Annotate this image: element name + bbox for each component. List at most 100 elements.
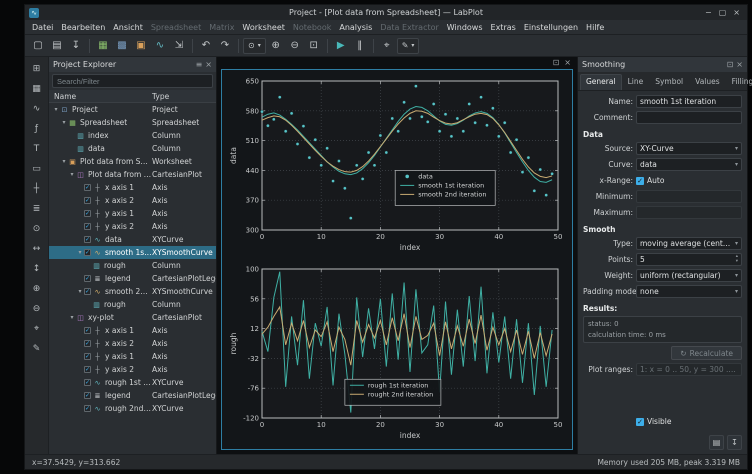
zoom-select-icon[interactable]: ⊙ bbox=[29, 221, 45, 237]
tree-row-xy-plot-cartesianplot[interactable]: ▾◫xy-plotCartesianPlot bbox=[49, 311, 216, 324]
visibility-checkbox[interactable]: ✓ bbox=[84, 249, 91, 256]
tree-row-x-axis-2-axis[interactable]: ✓┼x axis 2Axis bbox=[49, 194, 216, 207]
comment-input[interactable] bbox=[636, 111, 742, 124]
zoom-in-plot-icon[interactable]: ⊕ bbox=[29, 281, 45, 297]
visibility-checkbox[interactable]: ✓ bbox=[84, 340, 91, 347]
new-worksheet-icon[interactable]: ▣ bbox=[132, 37, 150, 55]
menu-analysis[interactable]: Analysis bbox=[335, 23, 376, 32]
spin-arrows[interactable]: ▴▾ bbox=[736, 255, 738, 264]
tree-row-data-column[interactable]: ▥dataColumn bbox=[49, 142, 216, 155]
minimize-button[interactable]: − bbox=[705, 8, 712, 17]
maximize-button[interactable]: ▢ bbox=[719, 8, 727, 17]
visibility-checkbox[interactable]: ✓ bbox=[84, 288, 91, 295]
tree-row-x-axis-1-axis[interactable]: ✓┼x axis 1Axis bbox=[49, 181, 216, 194]
visibility-checkbox[interactable]: ✓ bbox=[84, 223, 91, 230]
menu-ansicht[interactable]: Ansicht bbox=[109, 23, 147, 32]
redo-icon[interactable]: ↷ bbox=[216, 37, 234, 55]
tree-row-project-project[interactable]: ▾⊡ProjectProject bbox=[49, 103, 216, 116]
visibility-checkbox[interactable]: ✓ bbox=[84, 366, 91, 373]
dock-float-icon[interactable]: ⊡ bbox=[727, 60, 734, 69]
add-plot-icon[interactable]: ⊞ bbox=[29, 61, 45, 77]
visibility-checkbox[interactable]: ✓ bbox=[84, 275, 91, 282]
tree-row-index-column[interactable]: ▥indexColumn bbox=[49, 129, 216, 142]
tree-row-data-xycurve[interactable]: ✓∿dataXYCurve bbox=[49, 233, 216, 246]
visibility-checkbox[interactable]: ✓ bbox=[84, 197, 91, 204]
subwindow-restore-icon[interactable]: ⊡ bbox=[553, 58, 560, 67]
tree-row-rough-2nd-iteration-xycurve[interactable]: ✓∿rough 2nd iterationXYCurve bbox=[49, 402, 216, 415]
mouse-mode-combo[interactable]: ✎▾ bbox=[397, 38, 420, 54]
tree-row-spreadsheet-spreadsheet[interactable]: ▾▦SpreadsheetSpreadsheet bbox=[49, 116, 216, 129]
open-project-icon[interactable]: ▤ bbox=[48, 37, 66, 55]
source-select[interactable]: XY-Curve▾ bbox=[636, 142, 742, 155]
new-spreadsheet-icon[interactable]: ▦ bbox=[94, 37, 112, 55]
add-spreadsheet-icon[interactable]: ▦ bbox=[29, 81, 45, 97]
edit-mode-icon[interactable]: ✎ bbox=[29, 341, 45, 357]
zoom-out-icon[interactable]: ⊖ bbox=[286, 37, 304, 55]
points-spinbox[interactable]: 5▴▾ bbox=[636, 253, 742, 266]
shift-x-icon[interactable]: ↔ bbox=[29, 241, 45, 257]
name-input[interactable]: smooth 1st iteration bbox=[636, 95, 742, 108]
curve-select[interactable]: data▾ bbox=[636, 158, 742, 171]
undo-icon[interactable]: ↶ bbox=[197, 37, 215, 55]
zoom-in-icon[interactable]: ⊕ bbox=[267, 37, 285, 55]
tree-row-legend-cartesianplotlegend[interactable]: ✓≣legendCartesianPlotLegend bbox=[49, 272, 216, 285]
dock-close-icon[interactable]: × bbox=[736, 60, 743, 69]
pause-icon[interactable]: ‖ bbox=[351, 37, 369, 55]
fit-page-icon[interactable]: ⊡ bbox=[305, 37, 323, 55]
tab-line[interactable]: Line bbox=[622, 74, 650, 90]
import-icon[interactable]: ⇲ bbox=[170, 37, 188, 55]
subwindow-close-icon[interactable]: × bbox=[564, 58, 571, 67]
menu-extras[interactable]: Extras bbox=[487, 23, 520, 32]
new-project-icon[interactable]: ▢ bbox=[29, 37, 47, 55]
padding-mode-select[interactable]: none▾ bbox=[636, 285, 742, 298]
add-legend-icon[interactable]: ≣ bbox=[29, 201, 45, 217]
search-input[interactable] bbox=[52, 74, 213, 88]
expander-icon[interactable]: ▾ bbox=[68, 314, 76, 321]
spin-down-icon[interactable]: ▾ bbox=[736, 260, 738, 265]
auto-scale-icon[interactable]: ⌖ bbox=[29, 321, 45, 337]
titlebar[interactable]: ∿ Project - [Plot data from Spreadsheet]… bbox=[25, 5, 747, 20]
tree-row-rough-1st-iteration-xycurve[interactable]: ✓∿rough 1st iterationXYCurve bbox=[49, 376, 216, 389]
panel-menu-icon[interactable]: ≡ bbox=[196, 60, 203, 69]
visibility-checkbox[interactable]: ✓ bbox=[84, 353, 91, 360]
visibility-checkbox[interactable]: ✓ bbox=[84, 327, 91, 334]
zoom-mode-combo[interactable]: ⊙▾ bbox=[243, 38, 266, 54]
tab-filling[interactable]: Filling bbox=[726, 74, 752, 90]
add-curve-icon[interactable]: ∿ bbox=[29, 101, 45, 117]
xrange-auto-checkbox[interactable]: ✓ bbox=[636, 177, 644, 185]
visibility-checkbox[interactable]: ✓ bbox=[84, 379, 91, 386]
tree-row-rough-column[interactable]: ▥roughColumn bbox=[49, 298, 216, 311]
add-axis-icon[interactable]: ┼ bbox=[29, 181, 45, 197]
shift-y-icon[interactable]: ↕ bbox=[29, 261, 45, 277]
tree-row-rough-column[interactable]: ▥roughColumn bbox=[49, 259, 216, 272]
panel-close-icon[interactable]: × bbox=[205, 60, 212, 69]
menu-worksheet[interactable]: Worksheet bbox=[238, 23, 288, 32]
start-icon[interactable]: ▶ bbox=[332, 37, 350, 55]
new-notebook-icon[interactable]: ∿ bbox=[151, 37, 169, 55]
add-image-icon[interactable]: ▭ bbox=[29, 161, 45, 177]
menu-bearbeiten[interactable]: Bearbeiten bbox=[57, 23, 109, 32]
tree-row-legend-cartesianplotlegend[interactable]: ✓≣legendCartesianPlotLegend bbox=[49, 389, 216, 402]
worksheet-view[interactable]: ⊡ × 01020304050300370440510580650indexda… bbox=[217, 57, 577, 454]
expander-icon[interactable]: ▾ bbox=[60, 158, 68, 165]
zoom-out-plot-icon[interactable]: ⊖ bbox=[29, 301, 45, 317]
weight-select[interactable]: uniform (rectangular)▾ bbox=[636, 269, 742, 282]
tab-symbol[interactable]: Symbol bbox=[649, 74, 689, 90]
tree-row-smooth-1st-iteration-xysmoothcurve[interactable]: ▾✓∿smooth 1st iterationXYSmoothCurve bbox=[49, 246, 216, 259]
add-equation-curve-icon[interactable]: ƒ bbox=[29, 121, 45, 137]
tree-row-plot-data-from-spreadsheet-cartesianplot[interactable]: ▾◫Plot data from SpreadsheetCartesianPlo… bbox=[49, 168, 216, 181]
tab-general[interactable]: General bbox=[580, 74, 622, 90]
tree-row-y-axis-1-axis[interactable]: ✓┼y axis 1Axis bbox=[49, 207, 216, 220]
menu-windows[interactable]: Windows bbox=[443, 23, 487, 32]
expander-icon[interactable]: ▾ bbox=[76, 249, 84, 256]
menu-datei[interactable]: Datei bbox=[28, 23, 57, 32]
expander-icon[interactable]: ▾ bbox=[76, 288, 84, 295]
close-button[interactable]: × bbox=[733, 8, 740, 17]
column-header-name[interactable]: Name bbox=[49, 92, 152, 101]
tree-row-plot-data-from-spreadsheet-worksheet[interactable]: ▾▣Plot data from SpreadsheetWorksheet bbox=[49, 155, 216, 168]
add-text-label-icon[interactable]: T bbox=[29, 141, 45, 157]
expander-icon[interactable]: ▾ bbox=[68, 171, 76, 178]
cursor-mode-icon[interactable]: ⌖ bbox=[378, 37, 396, 55]
visibility-checkbox[interactable]: ✓ bbox=[84, 184, 91, 191]
plot-data-from-spreadsheet[interactable]: 01020304050300370440510580650indexdatada… bbox=[226, 74, 568, 258]
